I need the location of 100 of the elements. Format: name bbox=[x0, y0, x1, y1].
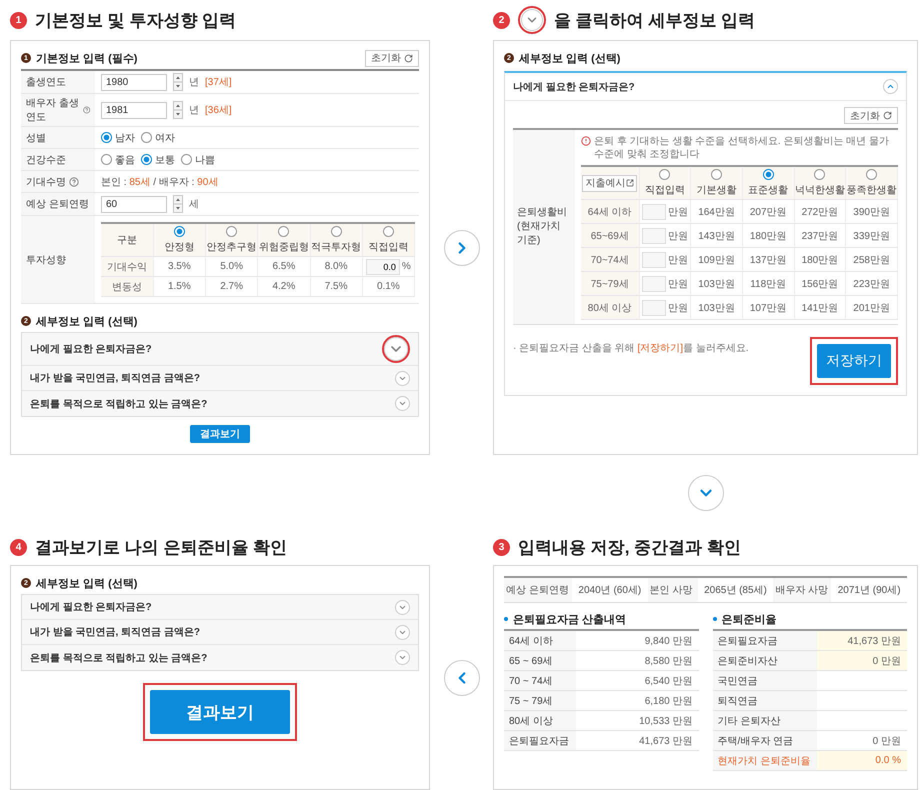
number-input[interactable]: 1980 bbox=[101, 74, 167, 90]
table-cell: 4.2% bbox=[258, 276, 310, 296]
row-label: 64세 이하 bbox=[504, 631, 576, 650]
popup-icon bbox=[626, 179, 634, 187]
accordion-item[interactable]: 은퇴를 목적으로 적립하고 있는 금액은? bbox=[22, 391, 418, 416]
summary-label: 배우자 사망 bbox=[773, 578, 832, 602]
table-title: 은퇴준비율 bbox=[712, 609, 907, 629]
summary-label: 예상 은퇴연령 bbox=[504, 578, 572, 602]
step-number: 1 bbox=[10, 12, 27, 28]
amount-input[interactable] bbox=[642, 276, 666, 292]
summary-label: 본인 사망 bbox=[648, 578, 698, 602]
row-label: 64세 이하 bbox=[581, 200, 639, 224]
age-note: [36세] bbox=[205, 104, 232, 117]
table-cell: 5.0% bbox=[206, 256, 258, 276]
save-button[interactable]: 저장하기 bbox=[817, 344, 891, 378]
table-cell: 141만원 bbox=[794, 296, 846, 320]
hint-text: 은퇴 후 기대하는 생활 수준을 선택하세요. 은퇴생활비는 매년 물가수준에 맞춰 조정합니다 bbox=[594, 135, 890, 161]
result-button[interactable]: 결과보기 bbox=[190, 425, 250, 443]
step-title: 입력내용 저장, 중간결과 확인 bbox=[518, 537, 741, 559]
help-icon[interactable] bbox=[69, 176, 79, 186]
radio-option[interactable]: 풍족한생활 bbox=[846, 169, 897, 197]
row-label: 국민연금 bbox=[712, 671, 816, 690]
chevron-right-icon bbox=[444, 230, 480, 266]
step-number: 4 bbox=[10, 539, 27, 556]
unit-text: 년 bbox=[189, 76, 199, 89]
accordion-item[interactable]: 나에게 필요한 은퇴자금은? bbox=[22, 333, 418, 366]
radio-option[interactable]: 나쁨 bbox=[181, 152, 215, 166]
row-label: 65 ~ 69세 bbox=[504, 651, 576, 670]
table-header-cell: 구분 bbox=[101, 223, 154, 256]
row-label: 80세 이상 bbox=[581, 296, 639, 320]
field-label: 배우자 출생연도 bbox=[26, 97, 80, 124]
chevron-down-icon bbox=[688, 474, 724, 510]
amount-input[interactable] bbox=[642, 228, 666, 244]
radio-option[interactable]: 보통 bbox=[141, 152, 175, 166]
row-label: 변동성 bbox=[101, 276, 154, 296]
chevron-left-icon bbox=[444, 660, 480, 696]
radio-option[interactable]: 안정추구형 bbox=[206, 226, 257, 254]
accordion-item[interactable]: 내가 받을 국민연금, 퇴직연금 금액은? bbox=[22, 366, 418, 391]
table-cell: 107만원 bbox=[742, 296, 794, 320]
number-input[interactable]: 1981 bbox=[101, 102, 167, 118]
row-label: 기타 은퇴자산 bbox=[712, 711, 816, 730]
radio-option[interactable]: 위험중립형 bbox=[258, 226, 309, 254]
table-cell: 103만원 bbox=[690, 272, 742, 296]
radio-option[interactable]: 남자 bbox=[101, 130, 135, 144]
row-label: 65~69세 bbox=[581, 224, 639, 248]
amount-input[interactable] bbox=[642, 300, 666, 316]
row-label: 퇴직연금 bbox=[712, 691, 816, 710]
accordion-item[interactable]: 은퇴를 목적으로 적립하고 있는 금액은? bbox=[22, 645, 418, 670]
field-label: 예상 은퇴연령 bbox=[26, 198, 89, 211]
example-button[interactable]: 지출예시 bbox=[582, 174, 638, 192]
alert-icon bbox=[581, 136, 591, 146]
table-cell: 0 만원 bbox=[816, 651, 907, 670]
unit-text: 만원 bbox=[668, 206, 688, 218]
result-button[interactable]: 결과보기 bbox=[150, 690, 290, 734]
table-cell: 156만원 bbox=[794, 272, 846, 296]
section-title: 기본정보 입력 (필수) bbox=[36, 52, 138, 66]
step-title: 기본정보 및 투자성향 입력 bbox=[35, 10, 236, 32]
table-cell: 180만원 bbox=[742, 224, 794, 248]
radio-option[interactable]: 안정형 bbox=[164, 226, 194, 254]
table-cell: 118만원 bbox=[742, 272, 794, 296]
refresh-icon bbox=[404, 54, 413, 62]
age-note: [37세] bbox=[205, 76, 232, 89]
radio-option[interactable]: 직접입력 bbox=[368, 226, 408, 254]
radio-option[interactable]: 넉넉한생활 bbox=[794, 169, 845, 197]
radio-option[interactable]: 좋음 bbox=[101, 152, 135, 166]
field-label: 기대수명 bbox=[26, 176, 66, 188]
field-label: 투자성향 bbox=[26, 254, 66, 266]
step-number: 3 bbox=[493, 539, 510, 556]
step-number: 2 bbox=[493, 12, 510, 28]
table-cell: 272만원 bbox=[794, 200, 846, 224]
table-cell: 237만원 bbox=[794, 224, 846, 248]
amount-input[interactable] bbox=[642, 204, 666, 220]
unit-text: % bbox=[402, 261, 411, 272]
radio-option[interactable]: 기본생활 bbox=[696, 169, 737, 197]
spinner-control[interactable] bbox=[173, 101, 183, 119]
radio-option[interactable]: 표준생활 bbox=[748, 169, 788, 197]
amount-input[interactable] bbox=[642, 252, 666, 268]
spinner-control[interactable] bbox=[173, 195, 183, 213]
table-cell: 109만원 bbox=[690, 248, 742, 272]
table-cell: 8.0% bbox=[310, 256, 362, 276]
accordion-item[interactable]: 나에게 필요한 은퇴자금은? bbox=[22, 595, 418, 620]
field-label: 건강수준 bbox=[26, 154, 66, 166]
reset-button[interactable]: 초기화 bbox=[844, 107, 898, 124]
spinner-control[interactable] bbox=[173, 73, 183, 91]
radio-option[interactable]: 여자 bbox=[141, 130, 175, 144]
reset-button[interactable]: 초기화 bbox=[365, 50, 419, 66]
table-cell: 390만원 bbox=[846, 200, 898, 224]
accordion-item[interactable]: 나에게 필요한 은퇴자금은? bbox=[505, 73, 906, 101]
section-title: 세부정보 입력 (선택) bbox=[36, 576, 138, 590]
help-icon[interactable] bbox=[82, 105, 90, 115]
table-cell: 3.5% bbox=[153, 256, 206, 276]
unit-text: 만원 bbox=[668, 278, 688, 290]
summary-value: 2065년 (85세) bbox=[698, 578, 774, 602]
radio-option[interactable]: 적극투자형 bbox=[311, 226, 362, 254]
number-input[interactable]: 60 bbox=[101, 196, 167, 212]
table-cell: 6.5% bbox=[258, 256, 310, 276]
rate-input[interactable]: 0.0 bbox=[366, 258, 400, 274]
row-label: 70 ~ 74세 bbox=[504, 671, 576, 690]
accordion-item[interactable]: 내가 받을 국민연금, 퇴직연금 금액은? bbox=[22, 620, 418, 645]
radio-option[interactable]: 직접입력 bbox=[644, 169, 685, 197]
